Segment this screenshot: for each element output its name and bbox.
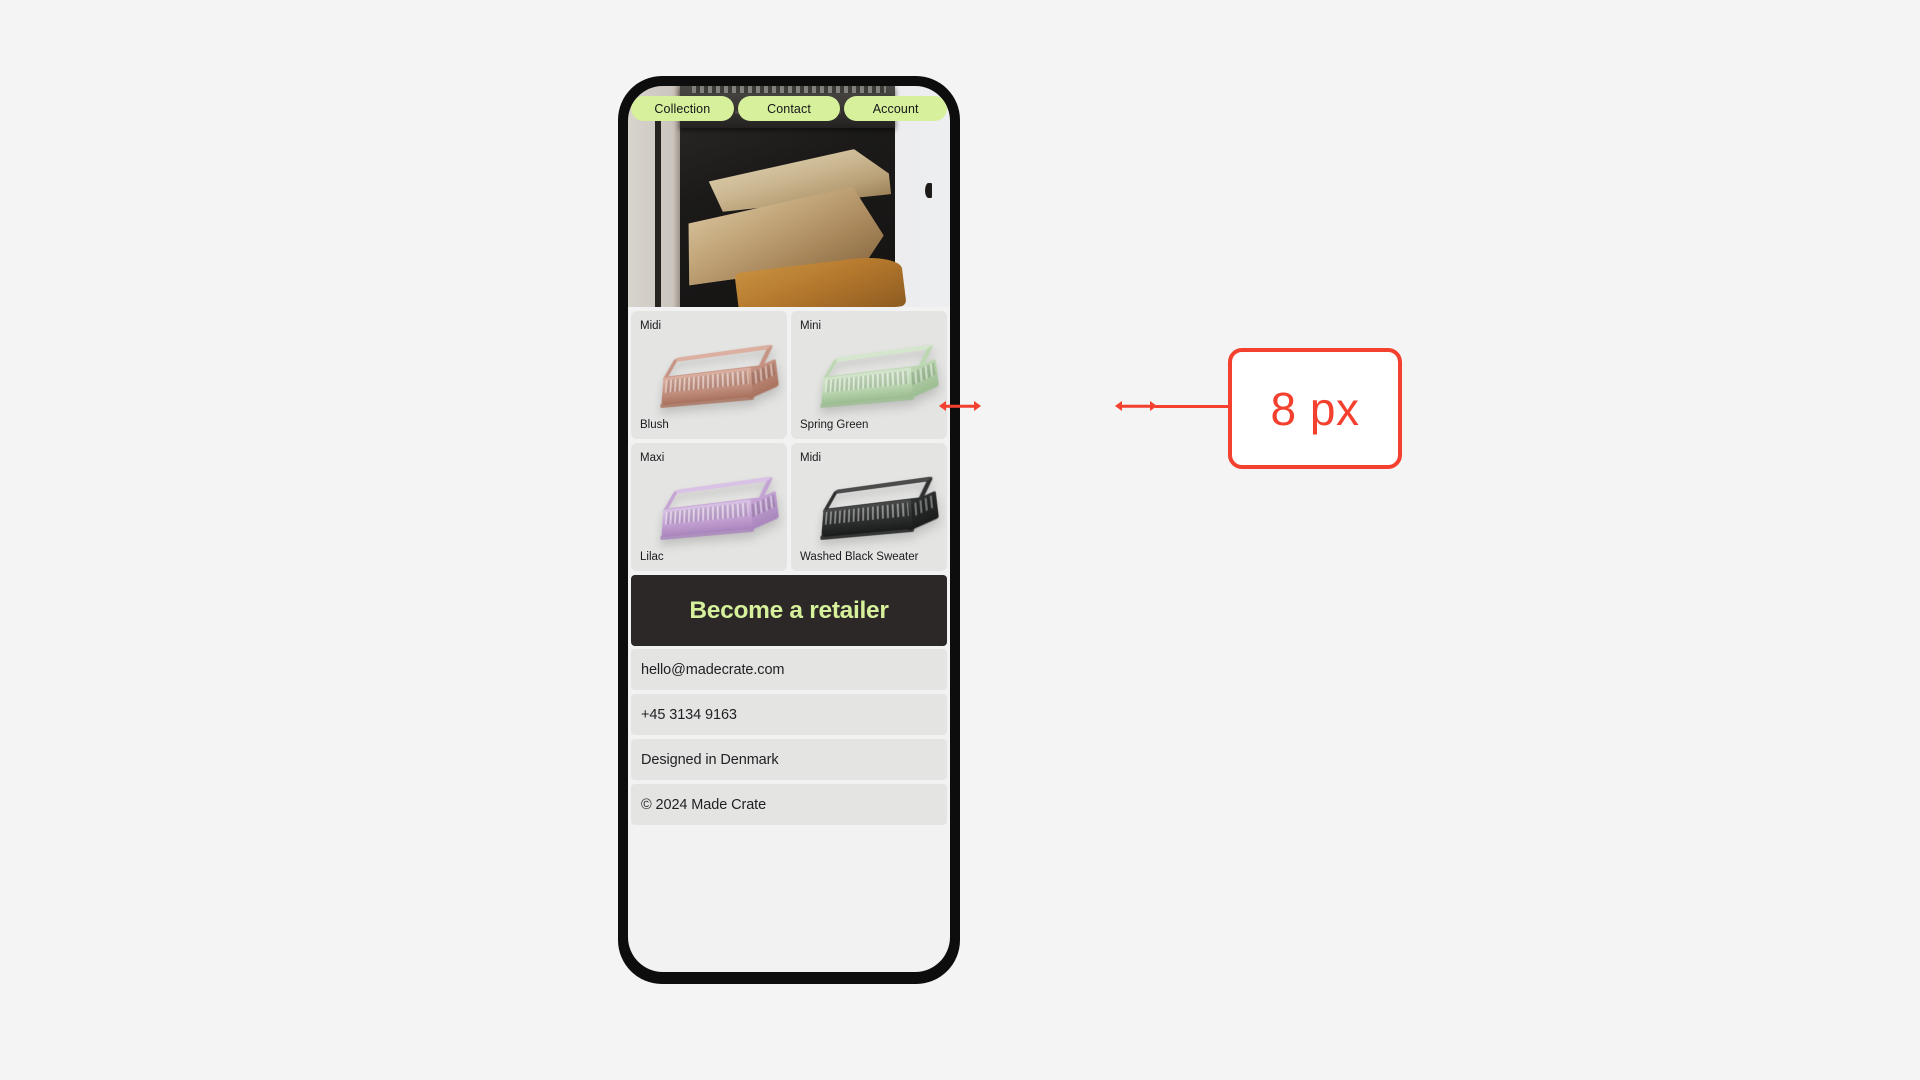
callout-value: 8 px xyxy=(1270,382,1360,435)
product-name-label: Blush xyxy=(640,419,669,431)
phone-screen: Collection Contact Account Midi Blush Mi… xyxy=(628,86,950,972)
hero-left-post xyxy=(655,103,662,307)
product-name-label: Washed Black Sweater xyxy=(800,551,919,563)
product-card[interactable]: Maxi Lilac xyxy=(631,443,787,571)
nav-pill-contact[interactable]: Contact xyxy=(737,96,841,121)
product-image xyxy=(791,338,947,414)
product-card[interactable]: Mini Spring Green xyxy=(791,311,947,439)
product-image xyxy=(631,338,787,414)
nav-pill-collection[interactable]: Collection xyxy=(631,96,734,121)
top-navigation: Collection Contact Account xyxy=(628,96,950,121)
nav-pill-contact-label: Contact xyxy=(767,101,811,116)
footer-row-copyright[interactable]: © 2024 Made Crate xyxy=(631,784,947,825)
crate-icon xyxy=(658,344,779,409)
product-card[interactable]: Midi Blush xyxy=(631,311,787,439)
measurement-annotation: 8 px xyxy=(0,0,1920,1080)
footer-row-email[interactable]: hello@madecrate.com xyxy=(631,649,947,690)
product-size-label: Mini xyxy=(800,320,822,332)
hero-oven-vent xyxy=(692,86,886,93)
product-name-label: Spring Green xyxy=(800,419,869,431)
become-a-retailer-label: Become a retailer xyxy=(689,596,889,624)
product-image xyxy=(791,470,947,546)
crate-icon xyxy=(658,476,779,541)
footer-row-origin-label: Designed in Denmark xyxy=(641,751,779,768)
product-name-label: Lilac xyxy=(640,551,664,563)
product-image xyxy=(631,470,787,546)
product-size-label: Midi xyxy=(800,452,822,464)
product-grid: Midi Blush Mini Spring Green Maxi Lilac … xyxy=(628,307,950,571)
phone-frame: Collection Contact Account Midi Blush Mi… xyxy=(618,76,960,984)
hero-door-handle-icon xyxy=(925,183,933,199)
footer-row-email-label: hello@madecrate.com xyxy=(641,661,785,678)
callout-box-8px: 8 px xyxy=(1228,348,1402,469)
gap-arrow-outer xyxy=(1115,400,1157,412)
nav-pill-account-label: Account xyxy=(872,101,919,116)
product-size-label: Maxi xyxy=(640,452,665,464)
footer-list: hello@madecrate.com +45 3134 9163 Design… xyxy=(628,646,950,825)
product-card[interactable]: Midi Washed Black Sweater xyxy=(791,443,947,571)
crate-icon xyxy=(818,476,939,541)
product-size-label: Midi xyxy=(640,320,662,332)
nav-pill-collection-label: Collection xyxy=(654,101,711,116)
crate-icon xyxy=(818,344,939,409)
footer-row-phone-label: +45 3134 9163 xyxy=(641,706,737,723)
footer-row-phone[interactable]: +45 3134 9163 xyxy=(631,694,947,735)
callout-leader-line xyxy=(1155,404,1230,408)
footer-row-copyright-label: © 2024 Made Crate xyxy=(641,796,767,813)
footer-row-origin[interactable]: Designed in Denmark xyxy=(631,739,947,780)
become-a-retailer-button[interactable]: Become a retailer xyxy=(631,575,947,646)
nav-pill-account[interactable]: Account xyxy=(844,96,948,121)
